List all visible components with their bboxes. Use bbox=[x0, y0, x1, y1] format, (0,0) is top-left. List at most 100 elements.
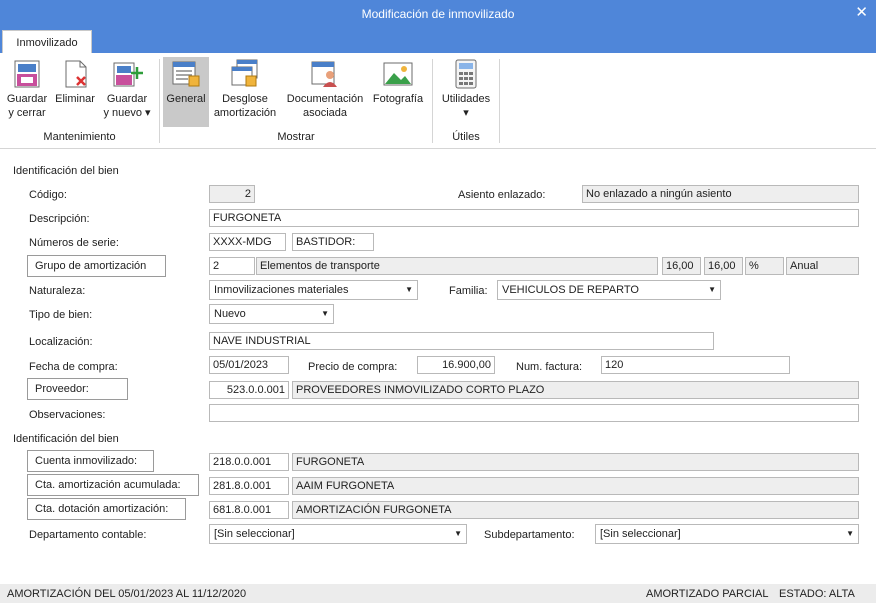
guardar-nuevo-label-2: y nuevo ▾ bbox=[103, 107, 151, 119]
tipo-label: Tipo de bien: bbox=[29, 309, 93, 321]
descripcion-label: Descripción: bbox=[29, 213, 90, 225]
cuenta-inmovilizado-button[interactable]: Cuenta inmovilizado: bbox=[27, 450, 154, 472]
grupo-name-field: Elementos de transporte bbox=[256, 257, 658, 275]
cta-amortizacion-code[interactable]: 281.8.0.001 bbox=[209, 477, 289, 495]
status-amortizado: AMORTIZADO PARCIAL bbox=[646, 588, 769, 600]
precio-field[interactable]: 16.900,00 bbox=[417, 356, 495, 374]
title-bar: Modificación de inmovilizado ✕ bbox=[0, 0, 876, 28]
fotografia-label: Fotografía bbox=[372, 93, 424, 105]
window-title: Modificación de inmovilizado bbox=[361, 7, 515, 21]
grupo-coef-1: 16,00 bbox=[662, 257, 701, 275]
status-estado: ESTADO: ALTA bbox=[779, 588, 855, 600]
eliminar-button[interactable]: Eliminar bbox=[52, 59, 98, 106]
guardar-nuevo-label-1: Guardar bbox=[106, 93, 148, 105]
general-label: General bbox=[166, 93, 206, 105]
departamento-select[interactable]: [Sin seleccionar] ▼ bbox=[209, 524, 467, 544]
documentacion-asociada-button[interactable]: Documentación asociada bbox=[282, 59, 368, 120]
chevron-down-icon: ▼ bbox=[454, 529, 462, 538]
naturaleza-value: Inmovilizaciones materiales bbox=[214, 284, 349, 296]
familia-select[interactable]: VEHICULOS DE REPARTO ▼ bbox=[497, 280, 721, 300]
ribbon-separator bbox=[499, 59, 500, 143]
familia-value: VEHICULOS DE REPARTO bbox=[502, 284, 639, 296]
ribbon-tab-strip: Inmovilizado bbox=[0, 28, 876, 54]
general-button[interactable]: General bbox=[163, 57, 209, 127]
precio-label: Precio de compra: bbox=[308, 361, 398, 373]
observaciones-label: Observaciones: bbox=[29, 409, 106, 421]
observaciones-field[interactable] bbox=[209, 404, 859, 422]
grupo-code-field[interactable]: 2 bbox=[209, 257, 255, 275]
desglose-label-1: Desglose bbox=[222, 93, 268, 105]
cta-dotacion-button[interactable]: Cta. dotación amortización: bbox=[27, 498, 186, 520]
general-form-icon bbox=[172, 61, 200, 87]
save-close-icon bbox=[14, 60, 40, 88]
localizacion-field[interactable]: NAVE INDUSTRIAL bbox=[209, 332, 714, 350]
tab-inmovilizado[interactable]: Inmovilizado bbox=[2, 30, 92, 54]
chevron-down-icon: ▼ bbox=[405, 285, 413, 294]
save-new-icon bbox=[113, 62, 143, 87]
eliminar-label: Eliminar bbox=[55, 93, 95, 105]
subdepartamento-label: Subdepartamento: bbox=[484, 529, 575, 541]
proveedor-button[interactable]: Proveedor: bbox=[27, 378, 128, 400]
cta-dotacion-code[interactable]: 681.8.0.001 bbox=[209, 501, 289, 519]
serie-field-2[interactable]: BASTIDOR: bbox=[292, 233, 374, 251]
naturaleza-label: Naturaleza: bbox=[29, 285, 86, 297]
departamento-label: Departamento contable: bbox=[29, 529, 147, 541]
utilidades-label-1: Utilidades bbox=[441, 93, 491, 105]
cuenta-inmovilizado-name: FURGONETA bbox=[292, 453, 859, 471]
chevron-down-icon: ▼ bbox=[708, 285, 716, 294]
desglose-amortizacion-button[interactable]: Desglose amortización bbox=[211, 59, 279, 120]
subdepartamento-value: [Sin seleccionar] bbox=[600, 528, 681, 540]
utilidades-label-2: ▾ bbox=[463, 107, 469, 119]
departamento-value: [Sin seleccionar] bbox=[214, 528, 295, 540]
fotografia-button[interactable]: Fotografía bbox=[369, 59, 427, 106]
utilidades-button[interactable]: Utilidades ▾ bbox=[437, 59, 495, 120]
proveedor-name-field: PROVEEDORES INMOVILIZADO CORTO PLAZO bbox=[292, 381, 859, 399]
status-amortizacion-period: AMORTIZACIÓN DEL 05/01/2023 AL 11/12/202… bbox=[7, 588, 247, 600]
chevron-down-icon: ▼ bbox=[321, 309, 329, 318]
asiento-field[interactable]: No enlazado a ningún asiento bbox=[582, 185, 859, 203]
form-content: Identificación del bien Código: 2 Asient… bbox=[0, 150, 876, 584]
factura-label: Num. factura: bbox=[516, 361, 583, 373]
calculator-icon bbox=[455, 59, 477, 89]
asiento-label: Asiento enlazado: bbox=[458, 189, 546, 201]
cta-dotacion-name: AMORTIZACIÓN FURGONETA bbox=[292, 501, 859, 519]
serie-field-1[interactable]: XXXX-MDG bbox=[209, 233, 286, 251]
section-title-cuentas: Identificación del bien bbox=[13, 433, 119, 445]
grupo-period: Anual bbox=[786, 257, 859, 275]
descripcion-field[interactable]: FURGONETA bbox=[209, 209, 859, 227]
subdepartamento-select[interactable]: [Sin seleccionar] ▼ bbox=[595, 524, 859, 544]
breakdown-icon bbox=[231, 59, 258, 87]
ribbon: Guardar y cerrar Eliminar Guardar y nuev… bbox=[0, 53, 876, 149]
tipo-value: Nuevo bbox=[214, 308, 246, 320]
picture-icon bbox=[383, 62, 413, 86]
document-user-icon bbox=[311, 61, 337, 87]
desglose-label-2: amortización bbox=[213, 107, 277, 119]
fecha-field[interactable]: 05/01/2023 bbox=[209, 356, 289, 374]
grupo-amortizacion-button[interactable]: Grupo de amortización bbox=[27, 255, 166, 277]
group-label-mantenimiento: Mantenimiento bbox=[43, 131, 116, 143]
codigo-label: Código: bbox=[29, 189, 67, 201]
guardar-nuevo-button[interactable]: Guardar y nuevo ▾ bbox=[99, 59, 155, 120]
proveedor-code-field[interactable]: 523.0.0.001 bbox=[209, 381, 289, 399]
series-label: Números de serie: bbox=[29, 237, 119, 249]
section-title-identificacion: Identificación del bien bbox=[13, 165, 119, 177]
cta-amortizacion-name: AAIM FURGONETA bbox=[292, 477, 859, 495]
factura-field[interactable]: 120 bbox=[601, 356, 790, 374]
group-label-mostrar: Mostrar bbox=[277, 131, 315, 143]
guardar-cerrar-button[interactable]: Guardar y cerrar bbox=[3, 59, 51, 120]
localizacion-label: Localización: bbox=[29, 336, 93, 348]
codigo-field[interactable]: 2 bbox=[209, 185, 255, 203]
documentacion-label-2: asociada bbox=[302, 107, 348, 119]
documentacion-label-1: Documentación bbox=[286, 93, 364, 105]
grupo-unit: % bbox=[745, 257, 784, 275]
group-label-utiles: Útiles bbox=[452, 131, 480, 143]
cuenta-inmovilizado-code[interactable]: 218.0.0.001 bbox=[209, 453, 289, 471]
naturaleza-select[interactable]: Inmovilizaciones materiales ▼ bbox=[209, 280, 418, 300]
fecha-label: Fecha de compra: bbox=[29, 361, 118, 373]
delete-document-icon bbox=[65, 60, 87, 88]
cta-amortizacion-button[interactable]: Cta. amortización acumulada: bbox=[27, 474, 199, 496]
close-icon[interactable]: ✕ bbox=[855, 3, 868, 21]
grupo-coef-2: 16,00 bbox=[704, 257, 743, 275]
status-bar: AMORTIZACIÓN DEL 05/01/2023 AL 11/12/202… bbox=[0, 584, 876, 603]
tipo-select[interactable]: Nuevo ▼ bbox=[209, 304, 334, 324]
